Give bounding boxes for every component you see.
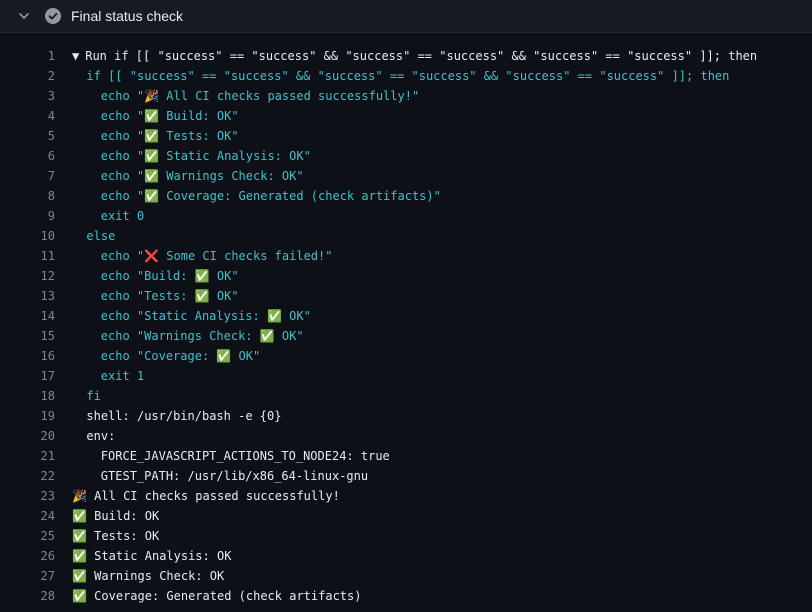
log-output: 1 ▼ Run if [[ "success" == "success" && "s… <box>0 33 812 606</box>
log-text: exit 0 <box>100 209 145 223</box>
log-line: 11 echo "❌ Some CI checks failed!" <box>0 246 812 266</box>
log-line: 16 echo "Coverage: ✅ OK" <box>0 346 812 366</box>
line-number[interactable]: 28 <box>0 586 72 606</box>
log-line: 6 echo "✅ Static Analysis: OK" <box>0 146 812 166</box>
line-number[interactable]: 5 <box>0 126 72 146</box>
log-line: 23 🎉 All CI checks passed successfully! <box>0 486 812 506</box>
log-line: 10 else <box>0 226 812 246</box>
log-text: else <box>86 229 116 243</box>
log-line: 21 FORCE_JAVASCRIPT_ACTIONS_TO_NODE24: tr… <box>0 446 812 466</box>
log-line: 28 ✅ Coverage: Generated (check artifacts… <box>0 586 812 606</box>
line-number[interactable]: 9 <box>0 206 72 226</box>
line-number[interactable]: 2 <box>0 66 72 86</box>
log-line: 3 echo "🎉 All CI checks passed successful… <box>0 86 812 106</box>
log-line: 12 echo "Build: ✅ OK" <box>0 266 812 286</box>
log-text: fi <box>86 389 101 403</box>
line-number[interactable]: 22 <box>0 466 72 486</box>
log-line: 17 exit 1 <box>0 366 812 386</box>
log-line: 19 shell: /usr/bin/bash -e {0} <box>0 406 812 426</box>
line-number[interactable]: 13 <box>0 286 72 306</box>
group-header-text: Run if [[ "success" == "success" && "suc… <box>85 49 758 63</box>
line-number[interactable]: 23 <box>0 486 72 506</box>
log-text: 🎉 All CI checks passed successfully! <box>72 489 340 503</box>
log-text: ✅ Tests: OK <box>72 529 160 543</box>
log-text: echo "❌ Some CI checks failed!" <box>100 249 333 263</box>
log-line: 20 env: <box>0 426 812 446</box>
log-line: 13 echo "Tests: ✅ OK" <box>0 286 812 306</box>
log-text: ✅ Warnings Check: OK <box>72 569 225 583</box>
log-text: echo "Static Analysis: ✅ OK" <box>100 309 311 323</box>
log-text: echo "Warnings Check: ✅ OK" <box>100 329 304 343</box>
line-number[interactable]: 7 <box>0 166 72 186</box>
log-text: echo "Build: ✅ OK" <box>100 269 239 283</box>
log-line: 9 exit 0 <box>0 206 812 226</box>
line-number[interactable]: 26 <box>0 546 72 566</box>
log-text: echo "Tests: ✅ OK" <box>100 289 239 303</box>
log-text: echo "🎉 All CI checks passed successfull… <box>100 89 420 103</box>
log-text: FORCE_JAVASCRIPT_ACTIONS_TO_NODE24: true <box>100 449 390 463</box>
step-header[interactable]: Final status check <box>0 0 812 33</box>
log-text: exit 1 <box>100 369 145 383</box>
step-title: Final status check <box>71 8 184 24</box>
log-text: echo "✅ Tests: OK" <box>100 129 239 143</box>
check-circle-icon <box>45 8 61 24</box>
log-line: 18 fi <box>0 386 812 406</box>
log-line: 25 ✅ Tests: OK <box>0 526 812 546</box>
line-number[interactable]: 3 <box>0 86 72 106</box>
line-number[interactable]: 6 <box>0 146 72 166</box>
line-number[interactable]: 24 <box>0 506 72 526</box>
line-number[interactable]: 15 <box>0 326 72 346</box>
line-number[interactable]: 11 <box>0 246 72 266</box>
log-text: ✅ Build: OK <box>72 509 160 523</box>
log-text: GTEST_PATH: /usr/lib/x86_64-linux-gnu <box>100 469 369 483</box>
log-text: env: <box>86 429 116 443</box>
log-text: echo "✅ Coverage: Generated (check artif… <box>100 189 441 203</box>
log-line: 4 echo "✅ Build: OK" <box>0 106 812 126</box>
log-line: 14 echo "Static Analysis: ✅ OK" <box>0 306 812 326</box>
log-line: 24 ✅ Build: OK <box>0 506 812 526</box>
log-text: shell: /usr/bin/bash -e {0} <box>86 409 282 423</box>
group-toggle-icon[interactable]: ▼ <box>72 49 79 63</box>
line-number[interactable]: 4 <box>0 106 72 126</box>
chevron-down-icon[interactable] <box>17 9 31 23</box>
log-line: 27 ✅ Warnings Check: OK <box>0 566 812 586</box>
line-number[interactable]: 17 <box>0 366 72 386</box>
log-text: echo "✅ Warnings Check: OK" <box>100 169 304 183</box>
log-text: echo "✅ Static Analysis: OK" <box>100 149 311 163</box>
line-number[interactable]: 8 <box>0 186 72 206</box>
line-number[interactable]: 20 <box>0 426 72 446</box>
log-line: 15 echo "Warnings Check: ✅ OK" <box>0 326 812 346</box>
line-number[interactable]: 14 <box>0 306 72 326</box>
line-number[interactable]: 1 <box>0 46 72 66</box>
log-line: 2 if [[ "success" == "success" && "succes… <box>0 66 812 86</box>
log-line: 8 echo "✅ Coverage: Generated (check arti… <box>0 186 812 206</box>
line-number[interactable]: 12 <box>0 266 72 286</box>
log-line: 7 echo "✅ Warnings Check: OK" <box>0 166 812 186</box>
log-line: 5 echo "✅ Tests: OK" <box>0 126 812 146</box>
log-text: ✅ Static Analysis: OK <box>72 549 232 563</box>
line-number[interactable]: 18 <box>0 386 72 406</box>
log-line: 22 GTEST_PATH: /usr/lib/x86_64-linux-gnu <box>0 466 812 486</box>
line-number[interactable]: 27 <box>0 566 72 586</box>
line-number[interactable]: 16 <box>0 346 72 366</box>
line-number[interactable]: 10 <box>0 226 72 246</box>
log-text: echo "Coverage: ✅ OK" <box>100 349 261 363</box>
log-line: 1 ▼ Run if [[ "success" == "success" && "s… <box>0 46 812 66</box>
line-number[interactable]: 25 <box>0 526 72 546</box>
log-line: 26 ✅ Static Analysis: OK <box>0 546 812 566</box>
line-number[interactable]: 21 <box>0 446 72 466</box>
log-text: ✅ Coverage: Generated (check artifacts) <box>72 589 362 603</box>
line-number[interactable]: 19 <box>0 406 72 426</box>
log-text: echo "✅ Build: OK" <box>100 109 239 123</box>
log-text: if [[ "success" == "success" && "success… <box>86 69 730 83</box>
